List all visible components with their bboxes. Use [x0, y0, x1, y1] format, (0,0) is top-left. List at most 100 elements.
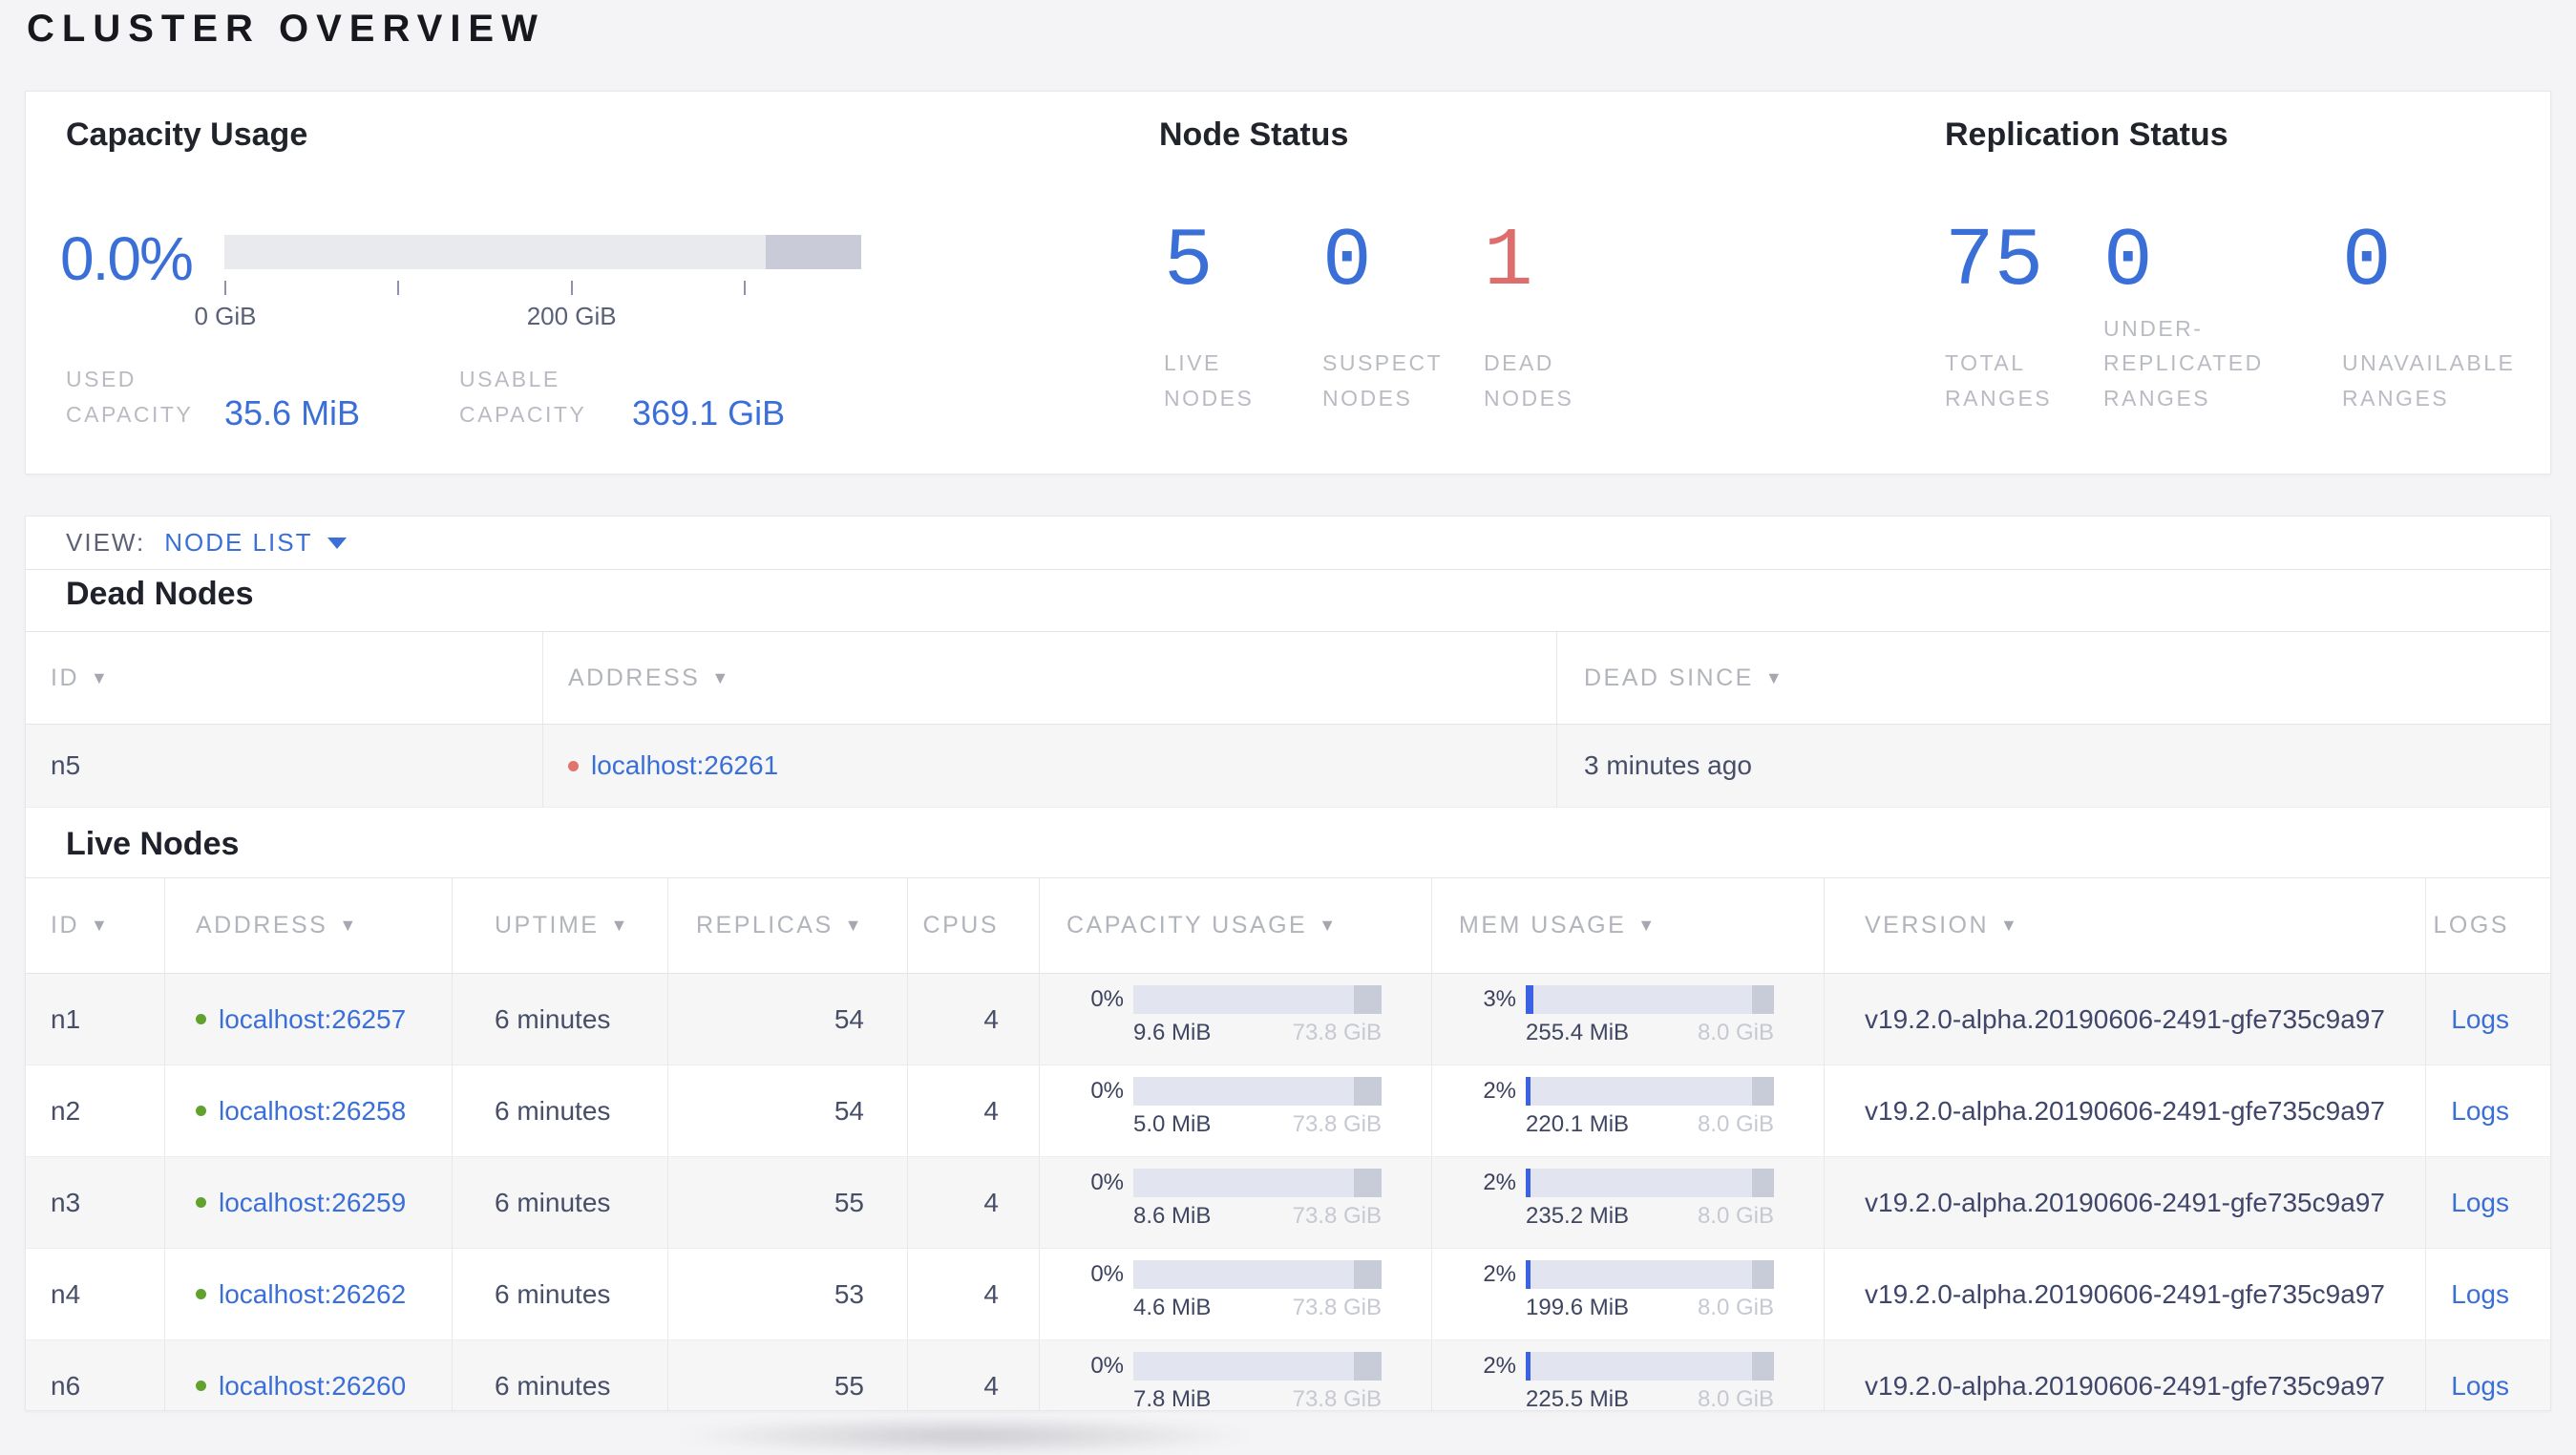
capacity-bar-cell: 0% 4.6 MiB 73.8 GiB: [1066, 1249, 1431, 1321]
sort-arrow-icon: ▼: [91, 916, 111, 935]
mem-used-value: 199.6 MiB: [1526, 1295, 1630, 1320]
capacity-bar-cell: 0% 5.0 MiB 73.8 GiB: [1066, 1065, 1431, 1138]
column-header-replicas[interactable]: REPLICAS ▼: [668, 878, 908, 973]
address-link[interactable]: localhost:26259: [219, 1188, 406, 1218]
bar-used-segment: [1526, 1260, 1531, 1289]
column-header-label: VERSION: [1865, 912, 1990, 938]
column-header-mem-usage[interactable]: MEM USAGE ▼: [1432, 878, 1825, 973]
capacity-percent-label: 0%: [1090, 1170, 1124, 1195]
capacity-usage-bar: [1133, 1352, 1382, 1381]
axis-tick: [744, 281, 746, 295]
logs-cell: Logs: [2426, 1157, 2550, 1248]
summary-stat: 75 TOTAL RANGES: [1945, 215, 2079, 416]
mem-usage-cell: 2% 225.5 MiB 8.0 GiB: [1432, 1340, 1825, 1411]
capacity-usage-bar: [1133, 1260, 1382, 1289]
mem-total-value: 8.0 GiB: [1697, 1386, 1774, 1411]
sort-arrow-icon: ▼: [610, 916, 630, 935]
version-cell: v19.2.0-alpha.20190606-2491-gfe735c9a97: [1825, 1249, 2426, 1339]
replicas-cell: 54: [668, 974, 908, 1065]
sort-arrow-icon: ▼: [1319, 916, 1339, 935]
uptime-cell: 6 minutes: [453, 1157, 668, 1248]
capacity-stat-pair: USED CAPACITY 35.6 MiB: [66, 362, 360, 432]
stat-value: 369.1 GiB: [632, 393, 786, 433]
cpus-cell: 4: [908, 1340, 1040, 1410]
capacity-total-value: 73.8 GiB: [1292, 1111, 1382, 1137]
address-link[interactable]: localhost:26262: [219, 1279, 406, 1310]
column-header-id[interactable]: ID ▼: [26, 878, 165, 973]
summary-stat: 1 DEAD NODES: [1484, 215, 1608, 416]
capacity-percent-label: 0%: [1090, 986, 1124, 1012]
stat-label: LIVE NODES: [1164, 350, 1255, 411]
stat-value: 5: [1164, 215, 1214, 308]
cpus-cell: 4: [908, 974, 1040, 1065]
column-header-version[interactable]: VERSION ▼: [1825, 878, 2426, 973]
logs-link[interactable]: Logs: [2451, 1096, 2509, 1127]
column-header-address[interactable]: ADDRESS ▼: [165, 878, 453, 973]
mem-total-value: 8.0 GiB: [1697, 1295, 1774, 1320]
capacity-usage-cell: 0% 8.6 MiB 73.8 GiB: [1040, 1157, 1432, 1248]
logs-cell: Logs: [2426, 1340, 2550, 1410]
address-link[interactable]: localhost:26257: [219, 1004, 406, 1035]
dead-since-cell: 3 minutes ago: [1584, 750, 1752, 780]
uptime-cell: 6 minutes: [453, 974, 668, 1065]
cpus-cell: 4: [908, 1249, 1040, 1339]
view-selector-dropdown[interactable]: NODE LIST: [164, 528, 348, 558]
page-title: CLUSTER OVERVIEW: [27, 8, 545, 50]
bar-reserved-segment: [1354, 1352, 1382, 1381]
stat-value: 0: [2342, 215, 2392, 308]
stat-value: 75: [1945, 215, 2044, 308]
mem-bar-cell: 2% 225.5 MiB 8.0 GiB: [1459, 1340, 1824, 1411]
mem-usage-bar: [1526, 1352, 1774, 1381]
axis-tick: [570, 281, 573, 295]
capacity-usage-cell: 0% 4.6 MiB 73.8 GiB: [1040, 1249, 1432, 1339]
stat-value: 1: [1484, 215, 1533, 308]
chevron-down-icon: [327, 537, 348, 549]
sort-arrow-icon: ▼: [844, 916, 864, 935]
version-cell: v19.2.0-alpha.20190606-2491-gfe735c9a97: [1825, 1065, 2426, 1156]
mem-bar-cell: 2% 199.6 MiB 8.0 GiB: [1459, 1249, 1824, 1321]
column-header-label: ID: [51, 912, 79, 938]
column-header-uptime[interactable]: UPTIME ▼: [453, 878, 668, 973]
summary-stat: 5 LIVE NODES: [1164, 215, 1288, 416]
column-header-label: ADDRESS: [196, 912, 328, 938]
tables-panel: Dead Nodes ID ▼ ADDRESS ▼ DEAD SINCE ▼ n5 local…: [25, 570, 2551, 1411]
stat-label: USED CAPACITY: [66, 367, 194, 428]
stat-label: UNDER-REPLICATED RANGES: [2103, 315, 2264, 411]
column-header-label: DEAD SINCE: [1584, 664, 1754, 691]
capacity-bar-reserved-segment: [765, 235, 861, 269]
column-header-capacity-usage[interactable]: CAPACITY USAGE ▼: [1040, 878, 1432, 973]
bar-used-segment: [1526, 1077, 1531, 1106]
mem-percent-label: 2%: [1483, 1078, 1516, 1104]
column-header-label: ADDRESS: [568, 664, 701, 691]
address-link[interactable]: localhost:26261: [591, 750, 778, 781]
mem-usage-cell: 3% 255.4 MiB 8.0 GiB: [1432, 974, 1825, 1065]
logs-link[interactable]: Logs: [2451, 1371, 2509, 1402]
dead-status-dot-icon: [568, 760, 579, 771]
live-status-dot-icon: [196, 1289, 206, 1299]
capacity-usage-bar: [224, 235, 861, 269]
mem-used-value: 225.5 MiB: [1526, 1386, 1630, 1411]
summary-panel: Capacity Usage 0.0% 0 GiB 200 GiB USED CA…: [25, 91, 2551, 474]
address-link[interactable]: localhost:26258: [219, 1096, 406, 1127]
sort-arrow-icon: ▼: [711, 667, 731, 687]
column-header-address[interactable]: ADDRESS ▼: [543, 632, 1557, 724]
logs-link[interactable]: Logs: [2451, 1004, 2509, 1035]
logs-link[interactable]: Logs: [2451, 1279, 2509, 1310]
column-header-label: ID: [51, 664, 79, 691]
capacity-usage-bar: [1133, 985, 1382, 1014]
mem-used-value: 220.1 MiB: [1526, 1111, 1630, 1137]
mem-usage-cell: 2% 220.1 MiB 8.0 GiB: [1432, 1065, 1825, 1156]
version-cell: v19.2.0-alpha.20190606-2491-gfe735c9a97: [1825, 974, 2426, 1065]
capacity-bar-cell: 0% 7.8 MiB 73.8 GiB: [1066, 1340, 1431, 1410]
logs-link[interactable]: Logs: [2451, 1188, 2509, 1218]
capacity-used-value: 4.6 MiB: [1133, 1295, 1212, 1320]
capacity-percent-label: 0%: [1090, 1353, 1124, 1379]
column-header-dead-since[interactable]: DEAD SINCE ▼: [1557, 632, 2550, 724]
table-row: n1 localhost:26257 6 minutes 54 4 0% 9.6 MiB 73…: [26, 974, 2550, 1065]
address-cell: localhost:26260: [165, 1340, 453, 1410]
address-link[interactable]: localhost:26260: [219, 1371, 406, 1402]
column-header-id[interactable]: ID ▼: [26, 632, 543, 724]
capacity-total-value: 73.8 GiB: [1292, 1295, 1382, 1320]
capacity-usage-title: Capacity Usage: [66, 116, 308, 153]
logs-cell: Logs: [2426, 974, 2550, 1065]
